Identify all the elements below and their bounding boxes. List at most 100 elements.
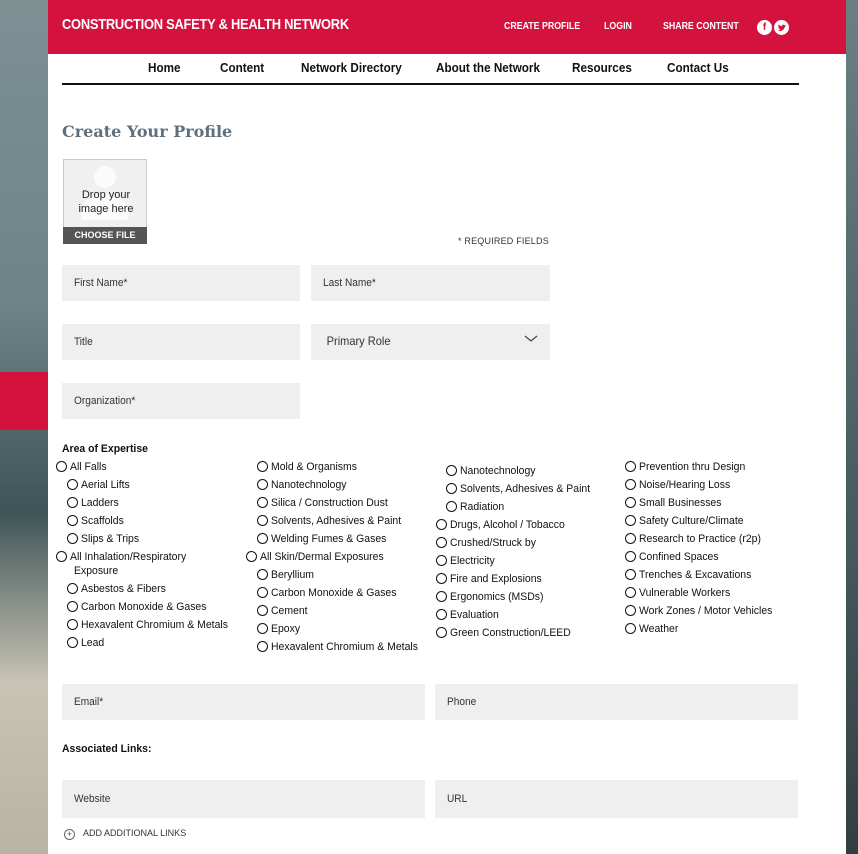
phone-field[interactable]: Phone: [435, 684, 798, 720]
expertise-option[interactable]: Asbestos & Fibers: [67, 583, 170, 596]
expertise-option[interactable]: Ladders: [67, 497, 121, 510]
option-label: Scaffolds: [81, 515, 124, 527]
facebook-icon[interactable]: f: [757, 20, 772, 35]
background-right: [846, 0, 858, 854]
expertise-option[interactable]: Hexavalent Chromium & Metals: [67, 619, 236, 632]
primary-role-value: Primary Role: [326, 334, 391, 348]
page-title: Create Your Profile: [62, 122, 233, 141]
radio-icon: [436, 573, 447, 584]
radio-icon: [257, 497, 268, 508]
title-field[interactable]: Title: [62, 324, 300, 360]
website-field[interactable]: Website: [62, 780, 425, 818]
expertise-option[interactable]: Confined Spaces: [625, 551, 723, 564]
option-label: Prevention thru Design: [639, 461, 746, 473]
expertise-option[interactable]: Evaluation: [436, 609, 501, 622]
option-label: Radiation: [460, 501, 505, 513]
nav-contact-us[interactable]: Contact Us: [667, 60, 729, 75]
radio-icon: [436, 555, 447, 566]
main-nav: Home Content Network Directory About the…: [62, 54, 799, 85]
expertise-option[interactable]: Nanotechnology: [257, 479, 351, 492]
url-field[interactable]: URL: [435, 780, 798, 818]
expertise-option[interactable]: Prevention thru Design: [625, 461, 751, 474]
image-dropzone[interactable]: Drop your image here CHOOSE FILE: [63, 159, 147, 244]
option-label: Fire and Explosions: [450, 573, 542, 585]
add-additional-links-button[interactable]: + ADD ADDITIONAL LINKS: [64, 828, 186, 840]
organization-field[interactable]: Organization*: [62, 383, 300, 419]
email-field[interactable]: Email*: [62, 684, 425, 720]
nav-content[interactable]: Content: [220, 60, 264, 75]
nav-about-the-network[interactable]: About the Network: [436, 60, 540, 75]
nav-resources[interactable]: Resources: [572, 60, 632, 75]
option-label: Weather: [639, 623, 679, 635]
expertise-option[interactable]: Carbon Monoxide & Gases: [67, 601, 213, 614]
option-label: Welding Fumes & Gases: [271, 533, 387, 545]
expertise-option[interactable]: Solvents, Adhesives & Paint: [257, 515, 408, 528]
option-label: Noise/Hearing Loss: [639, 479, 731, 491]
radio-icon: [446, 465, 457, 476]
radio-icon: [257, 461, 268, 472]
expertise-option[interactable]: Crushed/Struck by: [436, 537, 540, 550]
nav-network-directory[interactable]: Network Directory: [301, 60, 402, 75]
option-label: Beryllium: [271, 569, 314, 581]
choose-file-button[interactable]: CHOOSE FILE: [63, 227, 147, 244]
expertise-option[interactable]: All Falls: [56, 461, 109, 474]
expertise-option[interactable]: Small Businesses: [625, 497, 726, 510]
twitter-bird-icon: [777, 24, 786, 32]
expertise-option[interactable]: Aerial Lifts: [67, 479, 132, 492]
expertise-option[interactable]: Noise/Hearing Loss: [625, 479, 735, 492]
expertise-option[interactable]: Fire and Explosions: [436, 573, 547, 586]
option-label: All Inhalation/Respiratory: [70, 551, 187, 563]
option-label: Ladders: [81, 497, 119, 509]
website-placeholder: Website: [74, 793, 111, 805]
expertise-option[interactable]: Radiation: [446, 501, 506, 514]
radio-icon: [625, 623, 636, 634]
expertise-option[interactable]: Silica / Construction Dust: [257, 497, 394, 510]
expertise-option[interactable]: Solvents, Adhesives & Paint: [446, 483, 597, 496]
title-placeholder: Title: [74, 336, 93, 348]
twitter-icon[interactable]: [774, 20, 789, 35]
expertise-option[interactable]: Green Construction/LEED: [436, 627, 577, 640]
option-label: Research to Practice (r2p): [639, 533, 761, 545]
expertise-option[interactable]: Safety Culture/Climate: [625, 515, 749, 528]
expertise-option[interactable]: Carbon Monoxide & Gases: [257, 587, 403, 600]
primary-role-select[interactable]: Primary Role: [311, 324, 550, 360]
nav-home[interactable]: Home: [148, 60, 181, 75]
radio-icon: [257, 623, 268, 634]
expertise-option[interactable]: Electricity: [436, 555, 497, 568]
expertise-option[interactable]: Work Zones / Motor Vehicles: [625, 605, 779, 618]
expertise-option[interactable]: Trenches & Excavations: [625, 569, 757, 582]
option-label: Safety Culture/Climate: [639, 515, 744, 527]
expertise-option[interactable]: Vulnerable Workers: [625, 587, 735, 600]
radio-icon: [67, 583, 78, 594]
expertise-option[interactable]: Mold & Organisms: [257, 461, 361, 474]
expertise-option[interactable]: All Inhalation/Respiratory: [56, 551, 192, 564]
expertise-option[interactable]: Drugs, Alcohol / Tobacco: [436, 519, 571, 532]
expertise-option[interactable]: Slips & Trips: [67, 533, 142, 546]
expertise-option[interactable]: Epoxy: [257, 623, 302, 636]
option-label: Lead: [81, 637, 105, 649]
expertise-option[interactable]: Lead: [67, 637, 105, 650]
option-label: All Falls: [70, 461, 107, 473]
last-name-field[interactable]: Last Name*: [311, 265, 550, 301]
radio-icon: [257, 641, 268, 652]
phone-placeholder: Phone: [447, 696, 477, 708]
expertise-option[interactable]: All Skin/Dermal Exposures: [246, 551, 390, 564]
expertise-option[interactable]: Ergonomics (MSDs): [436, 591, 548, 604]
expertise-option[interactable]: Hexavalent Chromium & Metals: [257, 641, 426, 654]
expertise-option[interactable]: Scaffolds: [67, 515, 126, 528]
radio-icon: [625, 533, 636, 544]
expertise-option[interactable]: Welding Fumes & Gases: [257, 533, 392, 546]
create-profile-link[interactable]: CREATE PROFILE: [504, 21, 580, 32]
option-label: Exposure: [74, 565, 119, 577]
expertise-option[interactable]: Weather: [625, 623, 680, 636]
expertise-option[interactable]: Cement: [257, 605, 310, 618]
radio-icon: [625, 551, 636, 562]
expertise-option[interactable]: Beryllium: [257, 569, 316, 582]
expertise-option[interactable]: Research to Practice (r2p): [625, 533, 767, 546]
area-of-expertise-label: Area of Expertise: [62, 443, 148, 455]
share-content-link[interactable]: SHARE CONTENT: [663, 21, 739, 32]
expertise-option[interactable]: Nanotechnology: [446, 465, 540, 478]
radio-icon: [625, 479, 636, 490]
first-name-field[interactable]: First Name*: [62, 265, 300, 301]
login-link[interactable]: LOGIN: [604, 21, 632, 32]
